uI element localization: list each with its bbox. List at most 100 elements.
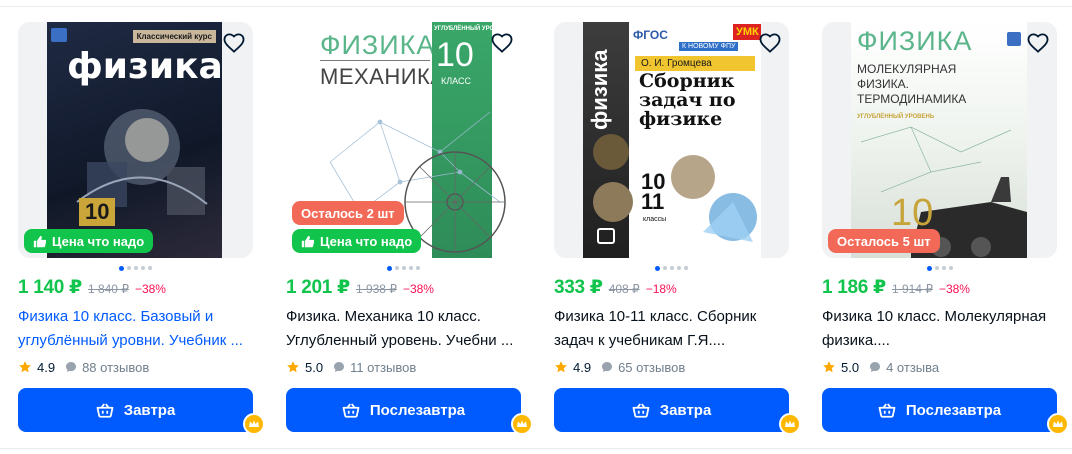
price-block: 1 201 ₽ 1 938 ₽ −38% [286, 276, 521, 298]
rating-block[interactable]: 4.9 65 отзывов [554, 358, 789, 376]
star-icon [18, 360, 32, 374]
premium-crown-icon [779, 413, 801, 435]
star-icon [554, 360, 568, 374]
cover-title: физика [67, 46, 222, 87]
comment-bubble-icon [601, 361, 613, 373]
reviews-count: 65 отзывов [618, 359, 686, 375]
pagination-dot[interactable] [948, 266, 953, 270]
thumbs-up-icon [301, 235, 314, 248]
image-pagination[interactable] [286, 261, 521, 275]
star-icon [822, 360, 836, 374]
cover-grade: 10 [79, 198, 116, 226]
favorite-heart-icon[interactable] [757, 30, 783, 56]
rating-block[interactable]: 4.9 88 отзывов [18, 358, 253, 376]
cover-title: физика [587, 49, 612, 130]
comment-bubble-icon [869, 361, 881, 373]
cover-fgos: ФГОС [633, 28, 668, 42]
cover-subtitle: МОЛЕКУЛЯРНАЯ ФИЗИКА. ТЕРМОДИНАМИКА [857, 62, 967, 106]
product-title-link[interactable]: Физика 10-11 класс. Сборник задач к учеб… [554, 305, 789, 353]
cover-title: ФИЗИКА [857, 26, 973, 56]
old-price: 1 914 ₽ [891, 282, 933, 296]
cover-level: УГЛУБЛЁННЫЙ УРОВЕНЬ [857, 114, 935, 120]
cover-rule [320, 60, 430, 61]
pagination-dot[interactable] [409, 266, 413, 270]
favorite-heart-icon[interactable] [221, 30, 247, 56]
product-card[interactable]: ФИЗИКА МЕХАНИКА УГЛУБЛЁННЫЙ УРОВЕНЬ 10 К… [286, 22, 533, 442]
book-cover-image[interactable]: ФИЗИКА МОЛЕКУЛЯРНАЯ ФИЗИКА. ТЕРМОДИНАМИК… [851, 22, 1027, 258]
add-to-cart-button[interactable]: Послезавтра [286, 388, 521, 432]
price-block: 333 ₽ 408 ₽ −18% [554, 276, 789, 298]
cover-subtitle: МЕХАНИКА [320, 64, 446, 89]
badge-label: Цена что надо [320, 233, 413, 249]
rating-score: 4.9 [37, 359, 56, 375]
product-card[interactable]: физика ФГОС УМК К НОВОМУ ФПУ О. И. Громц… [554, 22, 801, 442]
publisher-logo-icon [1007, 32, 1021, 46]
basket-icon [632, 402, 650, 418]
rating-block[interactable]: 5.0 4 отзыва [822, 358, 1057, 376]
delivery-date-label: Завтра [659, 401, 712, 419]
discount-percent: −38% [938, 282, 970, 296]
pagination-dot[interactable] [134, 266, 138, 270]
pagination-dot[interactable] [127, 266, 131, 270]
book-cover-image[interactable]: Классический курс физика 10 [47, 22, 222, 258]
pagination-dot[interactable] [141, 266, 145, 270]
rating-score: 5.0 [841, 359, 860, 375]
image-pagination[interactable] [822, 261, 1057, 275]
pagination-dot[interactable] [663, 266, 667, 270]
pagination-dot[interactable] [941, 266, 946, 270]
reviews-count: 4 отзыва [886, 359, 940, 375]
add-to-cart-button[interactable]: Завтра [18, 388, 253, 432]
book-cover-image[interactable]: физика ФГОС УМК К НОВОМУ ФПУ О. И. Громц… [583, 22, 761, 258]
product-image-container[interactable]: ФИЗИКА МОЛЕКУЛЯРНАЯ ФИЗИКА. ТЕРМОДИНАМИК… [822, 22, 1057, 258]
add-to-cart-button[interactable]: Завтра [554, 388, 789, 432]
pagination-dot[interactable] [119, 265, 124, 271]
badge-stock-left: Осталось 5 шт [828, 229, 940, 253]
image-pagination[interactable] [18, 261, 253, 275]
badge-label: Осталось 2 шт [301, 205, 395, 221]
pagination-dot[interactable] [670, 266, 674, 270]
pagination-dot[interactable] [416, 266, 420, 270]
favorite-heart-icon[interactable] [1025, 30, 1051, 56]
discount-percent: −18% [645, 282, 677, 296]
product-image-container[interactable]: ФИЗИКА МЕХАНИКА УГЛУБЛЁННЫЙ УРОВЕНЬ 10 К… [286, 22, 521, 258]
old-price: 1 938 ₽ [355, 282, 397, 296]
badge-label: Осталось 5 шт [837, 233, 931, 249]
cover-title: ФИЗИКА [320, 30, 436, 60]
product-card[interactable]: Классический курс физика 10 Цена что над… [18, 22, 265, 442]
publisher-logo-icon [51, 28, 67, 42]
price-block: 1 140 ₽ 1 840 ₽ −38% [18, 276, 253, 298]
pagination-dot[interactable] [402, 266, 406, 270]
pagination-dot[interactable] [926, 265, 932, 271]
divider-bottom [0, 448, 1072, 449]
product-image-container[interactable]: физика ФГОС УМК К НОВОМУ ФПУ О. И. Громц… [554, 22, 789, 258]
cover-author: О. И. Громцева [635, 56, 755, 71]
favorite-heart-icon[interactable] [489, 30, 515, 56]
product-card[interactable]: ФИЗИКА МОЛЕКУЛЯРНАЯ ФИЗИКА. ТЕРМОДИНАМИК… [822, 22, 1069, 442]
product-image-container[interactable]: Классический курс физика 10 Цена что над… [18, 22, 253, 258]
pagination-dot[interactable] [934, 266, 939, 270]
product-title-link[interactable]: Физика. Механика 10 класс. Углубленный у… [286, 305, 521, 353]
rating-block[interactable]: 5.0 11 отзывов [286, 358, 521, 376]
current-price: 1 140 ₽ [18, 277, 82, 298]
badge-good-price: Цена что надо [292, 229, 422, 253]
current-price: 333 ₽ [554, 277, 603, 298]
basket-icon [878, 402, 896, 418]
pagination-dot[interactable] [387, 265, 392, 271]
old-price: 408 ₽ [608, 282, 640, 296]
image-pagination[interactable] [554, 261, 789, 275]
pagination-dot[interactable] [655, 265, 660, 271]
comment-bubble-icon [65, 361, 77, 373]
pagination-dot[interactable] [148, 266, 152, 270]
price-block: 1 186 ₽ 1 914 ₽ −38% [822, 276, 1057, 298]
add-to-cart-button[interactable]: Послезавтра [822, 388, 1057, 432]
cover-fpu: К НОВОМУ ФПУ [679, 42, 739, 51]
cover-grade: 10 11 [641, 169, 666, 214]
pagination-dot[interactable] [677, 266, 681, 270]
comment-bubble-icon [333, 361, 345, 373]
current-price: 1 186 ₽ [822, 277, 886, 298]
product-title-link[interactable]: Физика 10 класс. Молекулярная физика.... [822, 305, 1057, 353]
basket-icon [342, 402, 360, 418]
product-title-link[interactable]: Физика 10 класс. Базовый и углублённый у… [18, 305, 253, 353]
pagination-dot[interactable] [684, 266, 688, 270]
pagination-dot[interactable] [395, 266, 399, 270]
